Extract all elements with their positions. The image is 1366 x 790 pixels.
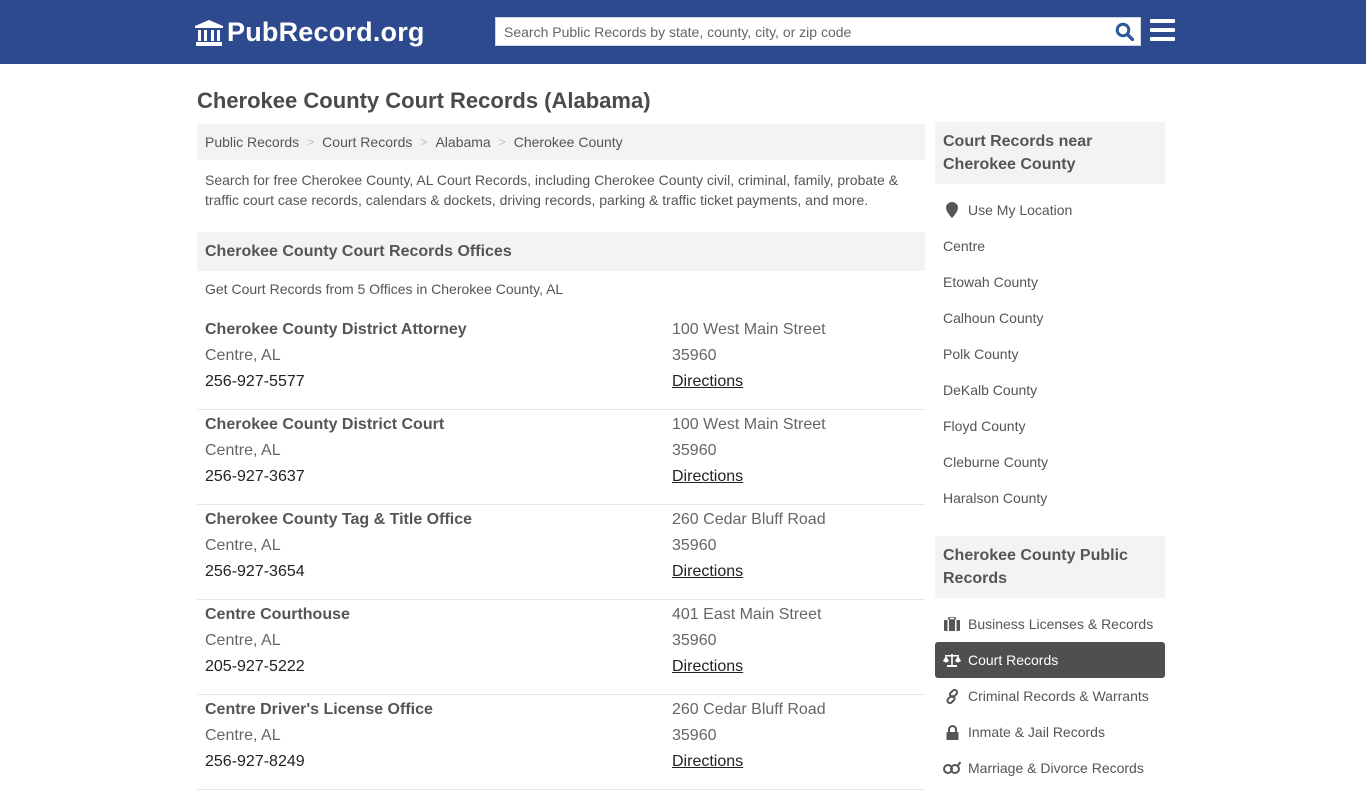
office-address: 260 Cedar Bluff Road [672,701,826,718]
sidebar-item-label: Criminal Records & Warrants [968,688,1149,704]
office-phone[interactable]: 256-927-3637 [205,467,444,493]
nearby-item-floyd-county[interactable]: Floyd County [935,408,1165,444]
page-title: Cherokee County Court Records (Alabama) [197,88,651,113]
offices-list: Cherokee County District Attorney Centre… [197,315,925,790]
nearby-item-polk-county[interactable]: Polk County [935,336,1165,372]
office-name: Cherokee County District Court [205,416,445,433]
office-zip: 35960 [672,727,717,744]
office-phone[interactable]: 256-927-8249 [205,752,433,778]
sidebar-item-marriage-records[interactable]: Marriage & Divorce Records [935,750,1165,786]
breadcrumb: Public Records > Court Records > Alabama… [197,124,925,160]
breadcrumb-separator: > [420,135,428,149]
sidebar-item-criminal-records[interactable]: Criminal Records & Warrants [935,678,1165,714]
directions-link[interactable]: Directions [672,658,743,675]
nearby-item-calhoun-county[interactable]: Calhoun County [935,300,1165,336]
nearby-item-centre[interactable]: Centre [935,228,1165,264]
directions-link[interactable]: Directions [672,753,743,770]
sidebar-item-label: Marriage & Divorce Records [968,760,1144,776]
sidebar-item-court-records[interactable]: Court Records [935,642,1165,678]
nearby-item-dekalb-county[interactable]: DeKalb County [935,372,1165,408]
breadcrumb-court-records[interactable]: Court Records [322,134,412,150]
gender-icon [943,760,961,776]
logo-link[interactable]: PubRecord.org [195,17,425,48]
menu-bar [1150,37,1175,41]
office-address: 401 East Main Street [672,606,822,623]
hamburger-menu-button[interactable] [1150,19,1175,41]
search-bar [495,17,1141,46]
nearby-list: Use My Location Centre Etowah County Cal… [935,192,1165,516]
breadcrumb-separator: > [498,135,506,149]
nearby-section-title: Court Records near Cherokee County [935,122,1165,184]
search-icon [1115,22,1134,41]
breadcrumb-alabama[interactable]: Alabama [435,134,490,150]
breadcrumb-separator: > [307,135,315,149]
office-phone[interactable]: 205-927-5222 [205,657,350,683]
office-item: Cherokee County Tag & Title Office Centr… [197,505,925,600]
courthouse-icon [195,19,223,46]
office-item: Cherokee County District Court Centre, A… [197,410,925,505]
sidebar-item-label: Business Licenses & Records [968,616,1154,632]
use-my-location-label: Use My Location [968,202,1073,218]
logo-text: PubRecord.org [227,17,425,47]
directions-link[interactable]: Directions [672,468,743,485]
office-address: 100 West Main Street [672,321,826,338]
link-icon [943,688,961,704]
public-records-list: Business Licenses & Records Court Record… [935,606,1165,786]
scale-icon [943,652,961,668]
nearby-item-cleburne-county[interactable]: Cleburne County [935,444,1165,480]
office-name: Cherokee County District Attorney [205,321,467,338]
breadcrumb-public-records[interactable]: Public Records [205,134,299,150]
office-phone[interactable]: 256-927-3654 [205,562,472,588]
briefcase-icon [943,616,961,632]
top-navbar: PubRecord.org [0,0,1366,64]
lock-icon [943,724,961,740]
office-item: Centre Driver's License Office Centre, A… [197,695,925,790]
breadcrumb-cherokee-county[interactable]: Cherokee County [514,134,623,150]
office-zip: 35960 [672,442,717,459]
office-city: Centre, AL [205,537,281,554]
main-content: Public Records > Court Records > Alabama… [197,124,925,790]
office-zip: 35960 [672,537,717,554]
public-records-section-title: Cherokee County Public Records [935,536,1165,598]
office-city: Centre, AL [205,442,281,459]
office-name: Centre Driver's License Office [205,701,433,718]
offices-section-subtitle: Get Court Records from 5 Offices in Cher… [205,281,564,297]
office-item: Cherokee County District Attorney Centre… [197,315,925,410]
office-city: Centre, AL [205,347,281,364]
map-marker-icon [943,202,961,218]
search-button[interactable] [1108,18,1140,45]
menu-bar [1150,19,1175,23]
nearby-item-haralson-county[interactable]: Haralson County [935,480,1165,516]
office-address: 260 Cedar Bluff Road [672,511,826,528]
nearby-item-etowah-county[interactable]: Etowah County [935,264,1165,300]
directions-link[interactable]: Directions [672,563,743,580]
office-name: Centre Courthouse [205,606,350,623]
office-zip: 35960 [672,347,717,364]
office-city: Centre, AL [205,632,281,649]
office-zip: 35960 [672,632,717,649]
office-address: 100 West Main Street [672,416,826,433]
sidebar-item-inmate-records[interactable]: Inmate & Jail Records [935,714,1165,750]
sidebar: Court Records near Cherokee County Use M… [935,122,1165,786]
directions-link[interactable]: Directions [672,373,743,390]
sidebar-item-business-licenses[interactable]: Business Licenses & Records [935,606,1165,642]
office-item: Centre Courthouse Centre, AL 205-927-522… [197,600,925,695]
office-name: Cherokee County Tag & Title Office [205,511,473,528]
sidebar-item-label: Court Records [968,652,1059,668]
sidebar-item-label: Inmate & Jail Records [968,724,1105,740]
use-my-location-link[interactable]: Use My Location [935,192,1165,228]
search-input[interactable] [496,18,1108,45]
office-city: Centre, AL [205,727,281,744]
offices-section-title: Cherokee County Court Records Offices [197,232,925,271]
menu-bar [1150,28,1175,32]
office-phone[interactable]: 256-927-5577 [205,372,467,398]
